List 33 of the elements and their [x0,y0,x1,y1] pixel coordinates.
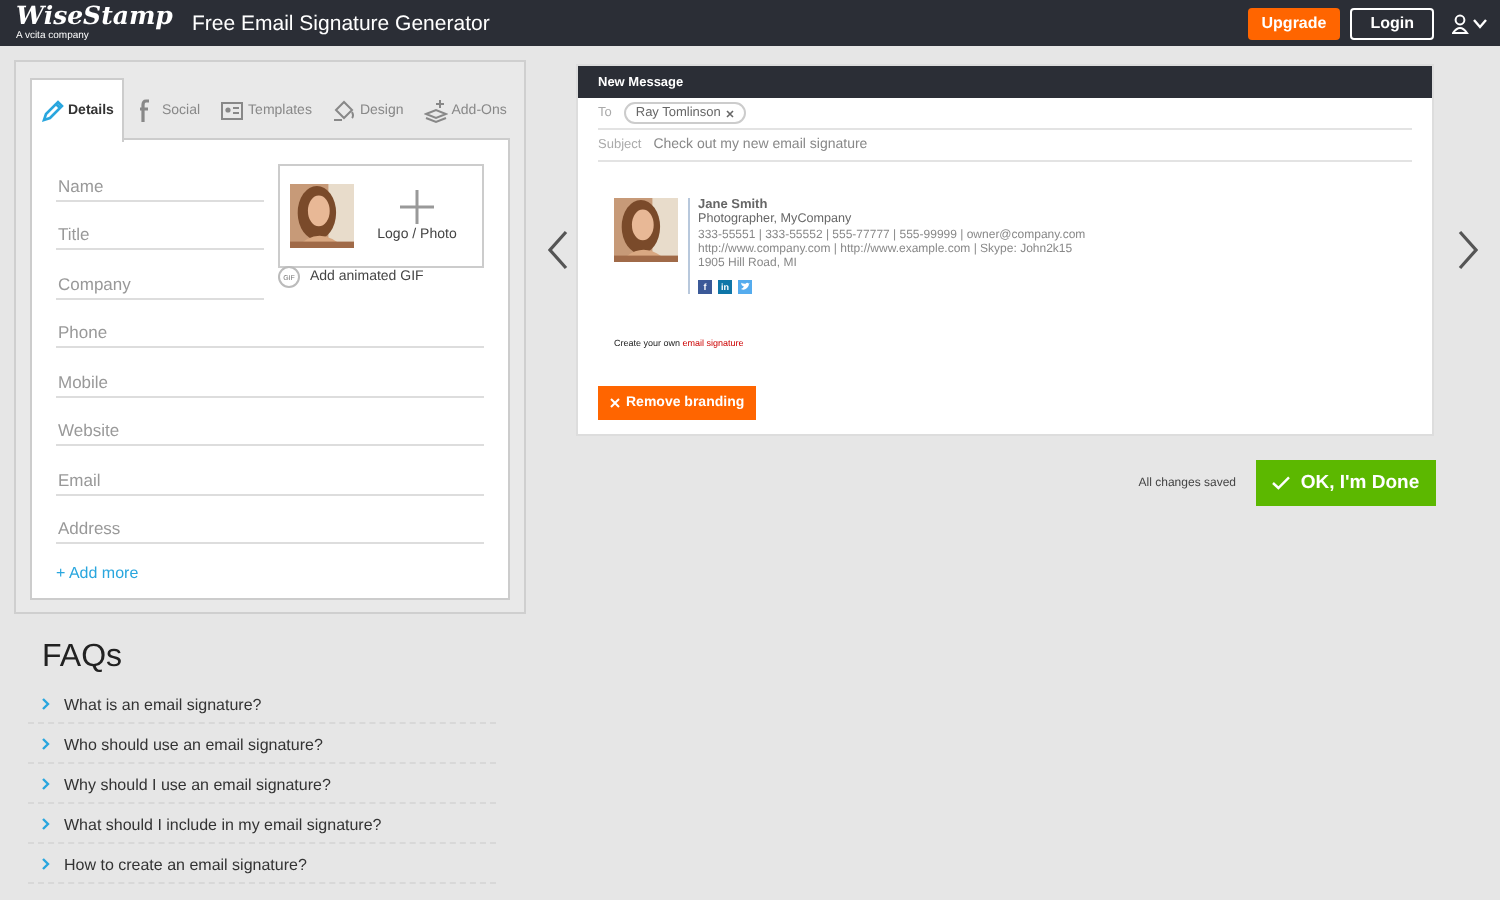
close-icon [726,109,735,117]
text-field[interactable]: Email [56,469,484,495]
login-button[interactable]: Login [1350,7,1434,39]
user-menu-icon[interactable] [1452,13,1488,33]
plus-icon [400,190,434,224]
text-field[interactable]: Website [56,420,484,446]
chevron-left-icon[interactable] [548,230,568,270]
chevron-right-icon [42,698,50,710]
page-title: Free Email Signature Generator [192,11,492,35]
chevron-right-icon [42,818,50,830]
logo[interactable]: WiseStamp [16,2,173,32]
chevron-right-icon [42,738,50,750]
text-field[interactable]: Phone [56,322,484,348]
text-field[interactable]: Name [56,175,264,201]
faq-question[interactable]: How to create an email signature? [64,855,307,873]
text-field[interactable]: Address [56,518,484,544]
text-field[interactable]: Mobile [56,371,484,397]
text-field[interactable]: Title [56,224,264,250]
stack-icon [423,97,448,123]
faq-question[interactable]: Why should I use an email signature? [64,775,331,793]
faq-heading: FAQs [42,640,125,676]
close-icon [610,398,620,408]
chevron-right-icon[interactable] [1458,230,1478,270]
pencil-icon [40,98,64,124]
id-card-icon [220,97,245,123]
chevron-right-icon [42,858,50,870]
faq-question[interactable]: What is an email signature? [64,695,262,713]
text-field[interactable]: Company [56,273,264,299]
check-icon [1272,476,1291,490]
paint-bucket-icon [331,97,356,123]
chevron-right-icon [42,778,50,790]
faq-question[interactable]: Who should use an email signature? [64,735,323,753]
faq-question[interactable]: What should I include in my email signature? [64,815,382,833]
